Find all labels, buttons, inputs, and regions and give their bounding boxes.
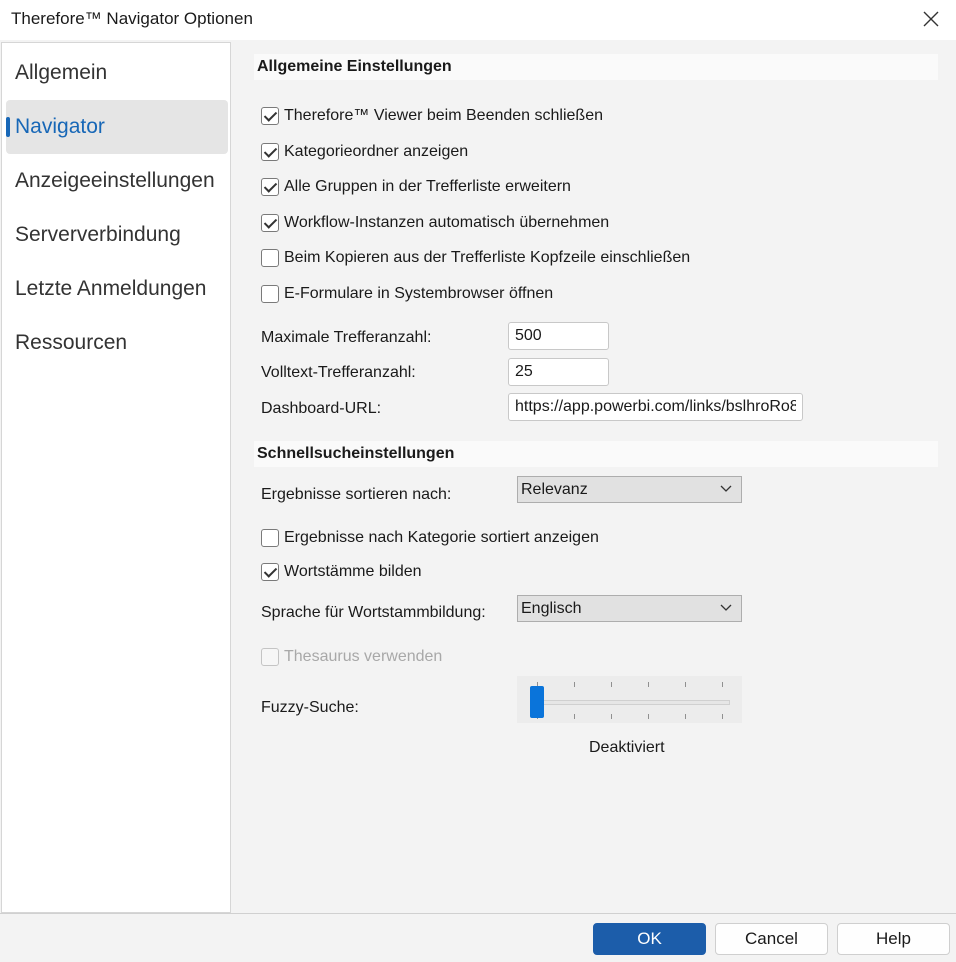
footer-divider (0, 913, 956, 914)
checkbox-box (261, 648, 279, 666)
close-button[interactable] (916, 4, 946, 34)
checkbox-expand-groups[interactable]: Alle Gruppen in der Trefferliste erweite… (261, 175, 571, 199)
sidebar-item-label: Allgemein (15, 61, 108, 84)
fuzzy-search-slider[interactable] (517, 676, 742, 723)
slider-tick (722, 714, 723, 719)
slider-tick (648, 682, 649, 687)
checkbox-box[interactable] (261, 529, 279, 547)
section-header-quicksearch: Schnellsucheinstellungen (254, 441, 938, 467)
slider-tick (685, 714, 686, 719)
checkbox-workflow-auto-claim[interactable]: Workflow-Instanzen automatisch übernehme… (261, 211, 609, 235)
slider-tick (685, 682, 686, 687)
checkbox-box[interactable] (261, 107, 279, 125)
checkbox-copy-include-header[interactable]: Beim Kopieren aus der Trefferliste Kopfz… (261, 246, 690, 270)
checkbox-show-category-folders[interactable]: Kategorieordner anzeigen (261, 140, 468, 164)
chevron-down-icon (720, 485, 732, 492)
checkbox-label: Ergebnisse nach Kategorie sortiert anzei… (284, 529, 599, 546)
checkbox-box[interactable] (261, 214, 279, 232)
sidebar-item-ressourcen[interactable]: Ressourcen (6, 316, 228, 370)
checkbox-label: Wortstämme bilden (284, 563, 422, 580)
window-title: Therefore™ Navigator Optionen (11, 9, 253, 28)
section-header-general: Allgemeine Einstellungen (254, 54, 938, 80)
sort-label: Ergebnisse sortieren nach: (261, 486, 452, 503)
language-select[interactable]: Englisch (517, 595, 742, 622)
sidebar-item-serververbindung[interactable]: Serververbindung (6, 208, 228, 262)
title-bar: Therefore™ Navigator Optionen (0, 0, 956, 40)
checkbox-stemming[interactable]: Wortstämme bilden (261, 560, 422, 584)
slider-thumb[interactable] (530, 686, 544, 718)
checkbox-label: Therefore™ Viewer beim Beenden schließen (284, 107, 603, 124)
slider-tick (574, 682, 575, 687)
cancel-button[interactable]: Cancel (715, 923, 828, 955)
checkbox-label: Thesaurus verwenden (284, 648, 443, 665)
checkbox-box[interactable] (261, 143, 279, 161)
sidebar-item-allgemein[interactable]: Allgemein (6, 46, 228, 100)
slider-tick (611, 714, 612, 719)
checkbox-label: Kategorieordner anzeigen (284, 143, 469, 160)
max-hits-label: Maximale Trefferanzahl: (261, 329, 432, 346)
checkbox-label: Alle Gruppen in der Trefferliste erweite… (284, 178, 571, 195)
sidebar: Allgemein Navigator Anzeigeeinstellungen… (1, 42, 231, 913)
language-label: Sprache für Wortstammbildung: (261, 604, 486, 621)
max-hits-input[interactable] (508, 322, 609, 350)
ok-button[interactable]: OK (593, 923, 706, 955)
sidebar-item-label: Navigator (15, 115, 105, 138)
sidebar-item-label: Ressourcen (15, 331, 128, 354)
checkbox-box[interactable] (261, 178, 279, 196)
slider-tick (574, 714, 575, 719)
close-icon (923, 11, 939, 27)
dashboard-url-input[interactable] (508, 393, 803, 421)
sort-select[interactable]: Relevanz (517, 476, 742, 503)
checkbox-thesaurus: Thesaurus verwenden (261, 645, 442, 669)
sidebar-item-letzte-anmeldungen[interactable]: Letzte Anmeldungen (6, 262, 228, 316)
checkbox-label: Beim Kopieren aus der Trefferliste Kopfz… (284, 249, 691, 266)
sidebar-item-label: Anzeigeeinstellungen (15, 169, 215, 192)
slider-track (530, 700, 730, 705)
checkbox-sort-by-category[interactable]: Ergebnisse nach Kategorie sortiert anzei… (261, 526, 599, 550)
chevron-down-icon (720, 604, 732, 611)
checkbox-label: E-Formulare in Systembrowser öffnen (284, 285, 554, 302)
sidebar-item-navigator[interactable]: Navigator (6, 100, 228, 154)
checkbox-box[interactable] (261, 563, 279, 581)
slider-tick (611, 682, 612, 687)
fulltext-hits-input[interactable] (508, 358, 609, 386)
slider-tick (722, 682, 723, 687)
checkbox-box[interactable] (261, 249, 279, 267)
settings-panel: Allgemeine Einstellungen Therefore™ View… (232, 42, 956, 913)
checkbox-label: Workflow-Instanzen automatisch übernehme… (284, 214, 610, 231)
slider-tick (648, 714, 649, 719)
sidebar-item-label: Serververbindung (15, 223, 181, 246)
dashboard-url-label: Dashboard-URL: (261, 400, 382, 417)
checkbox-eforms-system-browser[interactable]: E-Formulare in Systembrowser öffnen (261, 282, 553, 306)
fuzzy-search-value: Deaktiviert (589, 739, 665, 756)
sidebar-item-anzeigeeinstellungen[interactable]: Anzeigeeinstellungen (6, 154, 228, 208)
help-button[interactable]: Help (837, 923, 950, 955)
language-select-value: Englisch (521, 600, 582, 617)
checkbox-close-viewer[interactable]: Therefore™ Viewer beim Beenden schließen (261, 104, 603, 128)
fuzzy-search-label: Fuzzy-Suche: (261, 699, 359, 716)
sort-select-value: Relevanz (521, 481, 588, 498)
checkbox-box[interactable] (261, 285, 279, 303)
sidebar-item-label: Letzte Anmeldungen (15, 277, 207, 300)
fulltext-hits-label: Volltext-Trefferanzahl: (261, 364, 416, 381)
